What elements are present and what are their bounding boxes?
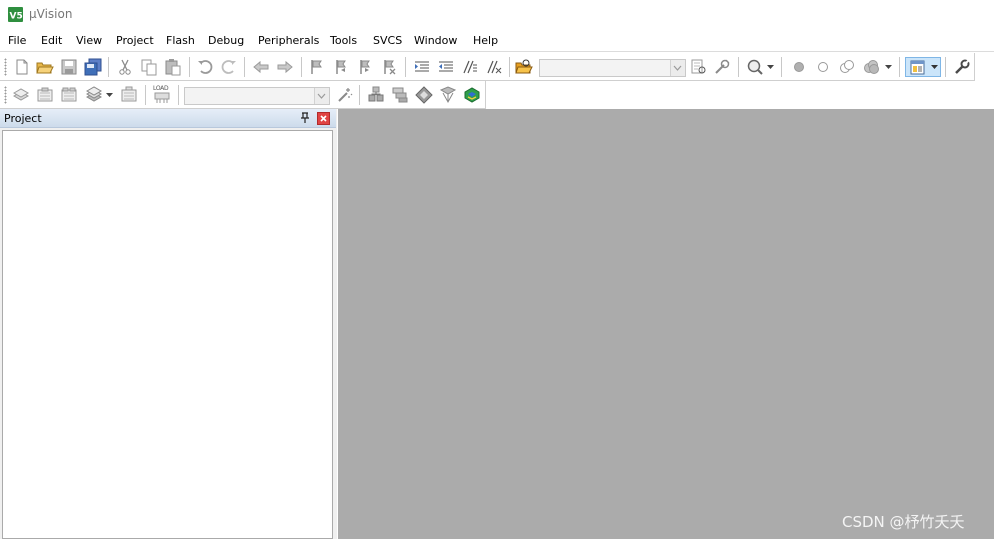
window-layout-icon: [910, 60, 925, 75]
indent-icon[interactable]: [413, 58, 431, 76]
menu-window[interactable]: Window: [414, 34, 457, 47]
menu-tools[interactable]: Tools: [330, 34, 357, 47]
toolbar-separator: [301, 57, 302, 77]
menu-file[interactable]: File: [8, 34, 26, 47]
debug-session-icon[interactable]: [746, 58, 764, 76]
toolbar-separator: [359, 85, 360, 105]
toolbar-separator: [108, 57, 109, 77]
translate-icon[interactable]: [12, 86, 30, 104]
window-layout-button[interactable]: [905, 57, 941, 77]
insert-bookmark-icon[interactable]: [308, 58, 326, 76]
previous-bookmark-icon[interactable]: [332, 58, 350, 76]
manage-multi-project-icon[interactable]: [391, 86, 409, 104]
navigate-forward-icon[interactable]: [276, 58, 294, 76]
close-icon: [320, 115, 327, 122]
chevron-down-icon[interactable]: [767, 65, 774, 70]
select-software-packs-icon[interactable]: [439, 86, 457, 104]
comment-selection-icon[interactable]: [461, 58, 479, 76]
find-combo[interactable]: [539, 59, 686, 77]
menu-edit[interactable]: Edit: [41, 34, 62, 47]
redo-icon[interactable]: [220, 58, 238, 76]
pack-installer-icon[interactable]: [463, 86, 481, 104]
menu-project[interactable]: Project: [116, 34, 154, 47]
toolbar-separator: [405, 57, 406, 77]
svg-text:V5: V5: [10, 12, 23, 22]
manage-run-time-environment-icon[interactable]: [415, 86, 433, 104]
uncomment-selection-icon[interactable]: [485, 58, 503, 76]
build-toolbar: LOAD: [0, 81, 486, 109]
enable-breakpoint-icon[interactable]: [814, 58, 832, 76]
menu-debug[interactable]: Debug: [208, 34, 244, 47]
editor-area[interactable]: [338, 109, 994, 539]
copy-icon[interactable]: [140, 58, 158, 76]
incremental-find-icon[interactable]: [690, 58, 708, 76]
target-select-dropdown[interactable]: [314, 88, 329, 104]
menu-view[interactable]: View: [76, 34, 102, 47]
disable-all-breakpoints-icon[interactable]: [838, 58, 856, 76]
toolbar-separator: [509, 57, 510, 77]
build-icon[interactable]: [36, 86, 54, 104]
wrench-icon[interactable]: [953, 58, 971, 76]
menu-svcs[interactable]: SVCS: [373, 34, 402, 47]
project-panel-title: Project: [4, 112, 42, 125]
insert-breakpoint-icon[interactable]: [790, 58, 808, 76]
download-icon: [154, 92, 170, 103]
chevron-down-icon: [931, 65, 938, 69]
navigate-back-icon[interactable]: [252, 58, 270, 76]
toolbar-separator: [244, 57, 245, 77]
next-bookmark-icon[interactable]: [356, 58, 374, 76]
chevron-down-icon: [317, 93, 326, 99]
chevron-down-icon: [673, 65, 682, 71]
stop-build-icon[interactable]: [120, 86, 138, 104]
save-all-icon[interactable]: [84, 58, 102, 76]
batch-build-icon[interactable]: [85, 86, 103, 104]
find-combo-dropdown[interactable]: [670, 60, 685, 76]
new-file-icon[interactable]: [13, 58, 31, 76]
project-tree[interactable]: [2, 130, 333, 539]
toolbar-grip[interactable]: [4, 86, 7, 104]
clear-bookmarks-icon[interactable]: [380, 58, 398, 76]
toolbar-separator: [178, 85, 179, 105]
toolbar-separator: [189, 57, 190, 77]
undo-icon[interactable]: [196, 58, 214, 76]
unindent-icon[interactable]: [437, 58, 455, 76]
paste-icon[interactable]: [164, 58, 182, 76]
load-label: LOAD: [153, 85, 169, 92]
menu-flash[interactable]: Flash: [166, 34, 195, 47]
rebuild-icon[interactable]: [60, 86, 78, 104]
cut-icon[interactable]: [116, 58, 134, 76]
configure-tools-icon[interactable]: [713, 58, 731, 76]
file-extensions-icon[interactable]: [367, 86, 385, 104]
toolbar-grip[interactable]: [4, 58, 7, 76]
toolbar-separator: [945, 57, 946, 77]
watermark: CSDN @杼竹夭夭: [842, 513, 965, 531]
close-panel-button[interactable]: [317, 112, 330, 125]
target-options-icon[interactable]: [336, 86, 354, 104]
toolbar-separator: [781, 57, 782, 77]
chevron-down-icon[interactable]: [885, 65, 892, 70]
target-select[interactable]: [184, 87, 330, 105]
toolbar-separator: [145, 85, 146, 105]
download-load-button[interactable]: LOAD: [152, 85, 172, 104]
window-title: µVision: [29, 7, 73, 21]
menu-peripherals[interactable]: Peripherals: [258, 34, 319, 47]
menu-bar: File Edit View Project Flash Debug Perip…: [0, 30, 994, 52]
project-panel: Project: [0, 109, 337, 539]
file-toolbar: [0, 53, 975, 81]
title-bar: V5 µVision: [0, 0, 994, 30]
open-folder-icon[interactable]: [36, 58, 54, 76]
keil-app-icon: V5: [8, 7, 23, 22]
menu-help[interactable]: Help: [473, 34, 498, 47]
kill-all-breakpoints-icon[interactable]: [862, 58, 880, 76]
project-panel-header: Project: [0, 109, 336, 128]
save-icon[interactable]: [60, 58, 78, 76]
chevron-down-icon[interactable]: [106, 93, 113, 98]
toolbar-separator: [899, 57, 900, 77]
toolbar-separator: [738, 57, 739, 77]
find-in-files-icon[interactable]: [515, 58, 533, 76]
pin-icon[interactable]: [299, 112, 311, 124]
